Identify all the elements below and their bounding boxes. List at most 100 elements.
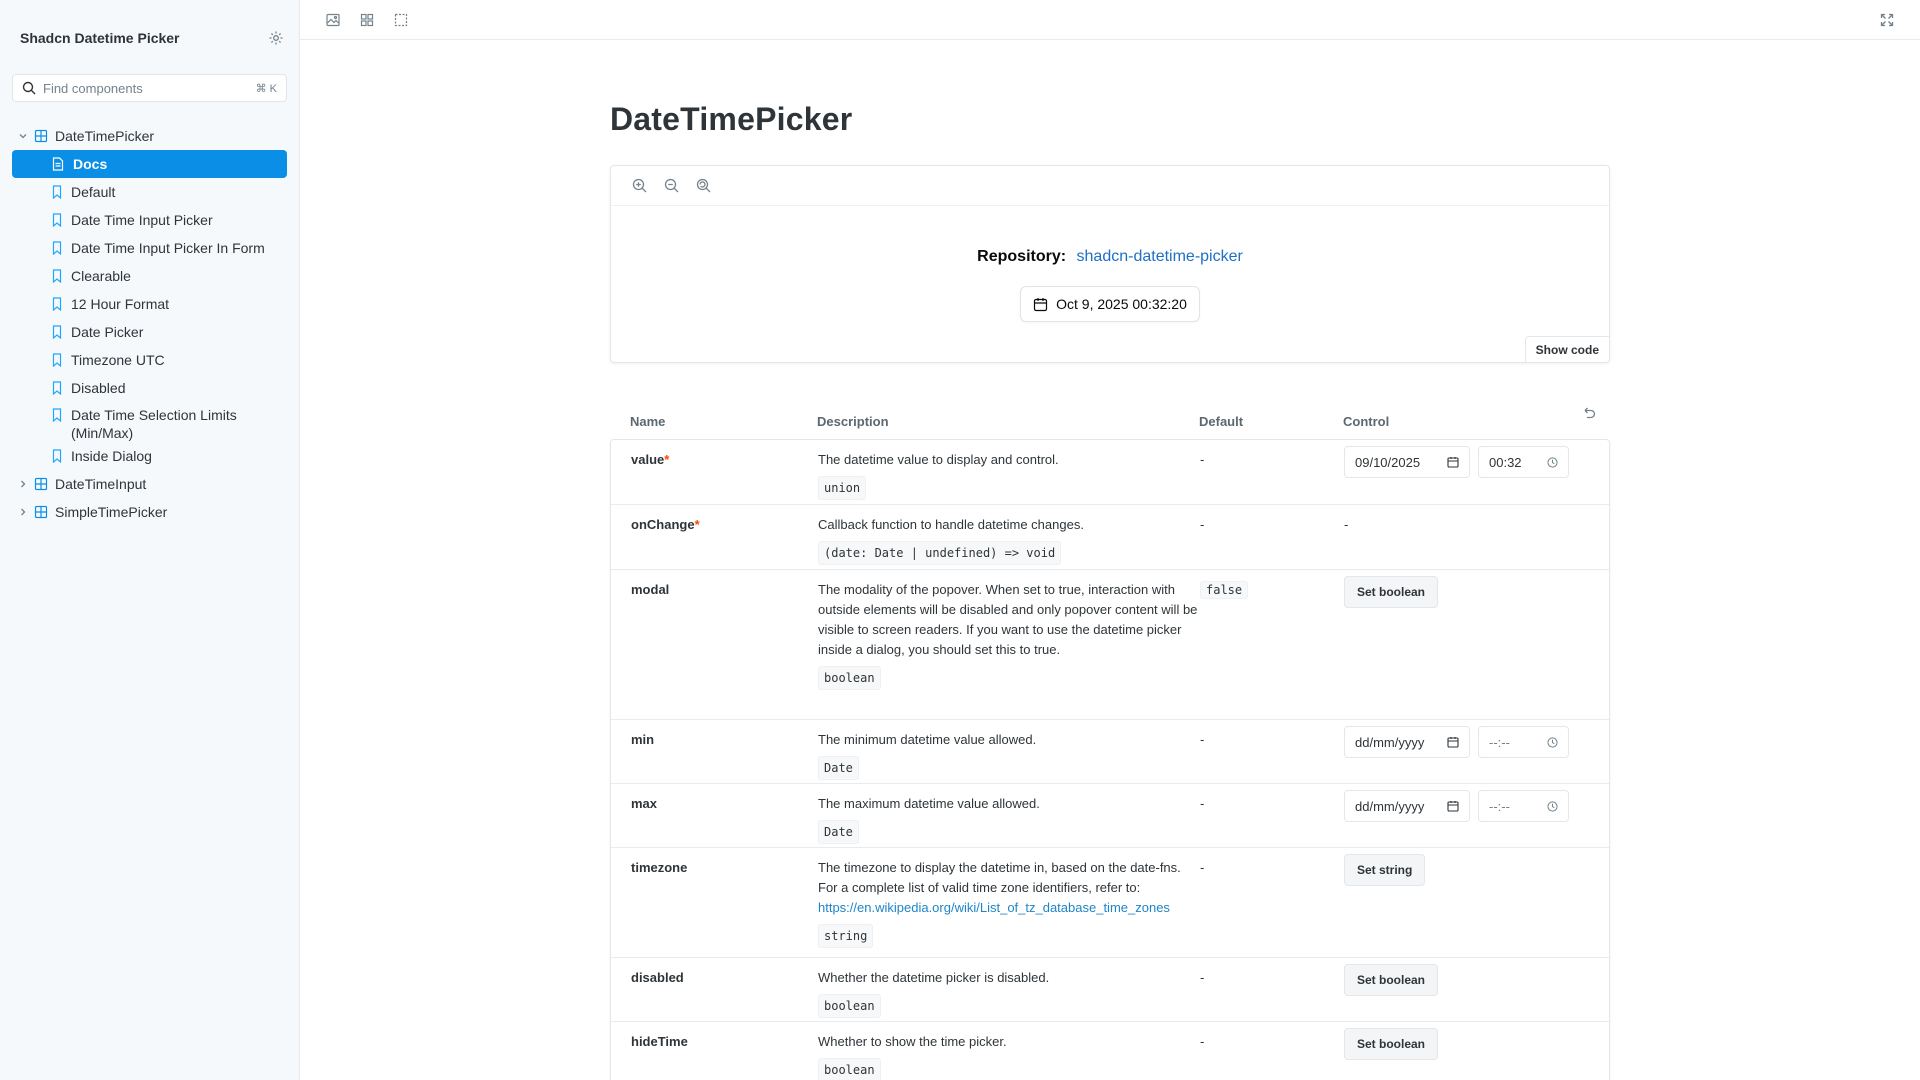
header-description: Description <box>817 413 889 429</box>
set-boolean-button[interactable]: Set boolean <box>1344 1028 1439 1060</box>
arg-type: boolean <box>818 994 881 1018</box>
arg-name: hideTime <box>631 1034 688 1049</box>
tree-group-datetimeinput[interactable]: DateTimeInput <box>12 470 287 498</box>
repository-line: Repository: shadcn-datetime-picker <box>611 248 1609 266</box>
tree-group-label: DateTimeInput <box>55 476 147 492</box>
tree-item-timezone-utc[interactable]: Timezone UTC <box>12 346 287 374</box>
preview-toolbar <box>611 166 1609 206</box>
clock-icon[interactable] <box>1547 736 1558 748</box>
header-control: Control <box>1343 413 1390 429</box>
arg-description: The modality of the popover. When set to… <box>818 582 1198 657</box>
arg-default: - <box>1200 796 1205 811</box>
bookmark-icon <box>52 297 62 311</box>
required-indicator: * <box>664 452 670 467</box>
set-boolean-button[interactable]: Set boolean <box>1344 964 1439 996</box>
component-icon <box>34 505 48 519</box>
tree-item-docs[interactable]: Docs <box>12 150 287 178</box>
arg-default: - <box>1200 1034 1205 1049</box>
arg-description: The datetime value to display and contro… <box>818 452 1059 467</box>
fullscreen-icon[interactable] <box>1870 0 1904 40</box>
arg-default: - <box>1200 732 1205 747</box>
timezone-docs-link[interactable]: https://en.wikipedia.org/wiki/List_of_tz… <box>818 898 1200 918</box>
tree-item-date-time-input-picker-in-form[interactable]: Date Time Input Picker In Form <box>12 234 287 262</box>
tree-item-clearable[interactable]: Clearable <box>12 262 287 290</box>
tree-item-date-time-selection-limits[interactable]: Date Time Selection Limits (Min/Max) <box>12 402 287 442</box>
search-placeholder: Find components <box>43 80 143 96</box>
tree-item-disabled[interactable]: Disabled <box>12 374 287 402</box>
reset-icon[interactable] <box>1582 406 1596 423</box>
grid-icon[interactable] <box>350 0 384 40</box>
table-row: hideTime Whether to show the time picker… <box>611 1021 1609 1080</box>
gear-icon[interactable] <box>267 29 285 47</box>
component-icon <box>34 129 48 143</box>
document-icon <box>52 157 64 171</box>
chevron-right-icon[interactable] <box>16 507 30 517</box>
search-icon <box>22 81 36 95</box>
tree-item-label: Default <box>71 184 116 200</box>
search-input[interactable]: Find components ⌘ K <box>12 74 287 102</box>
outline-icon[interactable] <box>384 0 418 40</box>
arg-name: timezone <box>631 860 688 875</box>
time-input[interactable]: --:-- <box>1478 726 1569 758</box>
arg-description: The timezone to display the datetime in,… <box>818 860 1181 895</box>
tree-item-date-picker[interactable]: Date Picker <box>12 318 287 346</box>
chevron-right-icon[interactable] <box>16 479 30 489</box>
date-input[interactable]: dd/mm/yyyy <box>1344 790 1470 822</box>
calendar-icon[interactable] <box>1447 800 1459 812</box>
header-name: Name <box>630 413 666 429</box>
zoom-in-icon[interactable] <box>623 166 655 206</box>
bookmark-icon <box>52 241 62 255</box>
set-string-button[interactable]: Set string <box>1344 854 1426 886</box>
tree-item-label: Disabled <box>71 380 126 396</box>
arg-default: - <box>1200 452 1205 467</box>
reset-zoom-icon[interactable] <box>687 166 719 206</box>
arg-type: string <box>818 924 874 948</box>
datetime-picker-button[interactable]: Oct 9, 2025 00:32:20 <box>1020 286 1200 322</box>
tree-item-label: Clearable <box>71 268 131 284</box>
tree-item-label: Inside Dialog <box>71 448 152 464</box>
arg-default: false <box>1200 581 1249 599</box>
chevron-down-icon[interactable] <box>16 131 30 141</box>
table-row: disabled Whether the datetime picker is … <box>611 957 1609 1021</box>
repository-label: Repository: <box>977 248 1067 265</box>
time-input[interactable]: 00:32 <box>1478 446 1569 478</box>
clock-icon[interactable] <box>1547 456 1558 468</box>
show-code-button[interactable]: Show code <box>1524 336 1609 362</box>
calendar-icon[interactable] <box>1447 736 1459 748</box>
arg-name: value <box>631 452 665 467</box>
story-preview: Repository: shadcn-datetime-picker Oct 9… <box>610 165 1610 363</box>
image-icon[interactable] <box>316 0 350 40</box>
bookmark-icon <box>52 269 62 283</box>
arg-type: boolean <box>818 666 881 690</box>
tree-item-default[interactable]: Default <box>12 178 287 206</box>
date-input[interactable]: 09/10/2025 <box>1344 446 1470 478</box>
tree-item-date-time-input-picker[interactable]: Date Time Input Picker <box>12 206 287 234</box>
repository-link[interactable]: shadcn-datetime-picker <box>1077 248 1243 265</box>
date-placeholder: dd/mm/yyyy <box>1355 734 1425 750</box>
tree-group-datetimepicker[interactable]: DateTimePicker <box>12 122 287 150</box>
clock-icon[interactable] <box>1547 800 1558 812</box>
arg-description: Whether to show the time picker. <box>818 1034 1007 1049</box>
bookmark-icon <box>52 381 62 395</box>
required-indicator: * <box>694 517 700 532</box>
sidebar-title: Shadcn Datetime Picker <box>20 30 180 46</box>
tree-item-label: Date Time Input Picker <box>71 212 213 228</box>
page-title: DateTimePicker <box>610 101 853 137</box>
bookmark-icon <box>52 185 62 199</box>
date-input[interactable]: dd/mm/yyyy <box>1344 726 1470 758</box>
zoom-out-icon[interactable] <box>655 166 687 206</box>
calendar-icon[interactable] <box>1447 456 1459 468</box>
args-table-body: value* The datetime value to display and… <box>610 439 1610 1080</box>
set-boolean-button[interactable]: Set boolean <box>1344 576 1439 608</box>
args-table-header: Name Description Default Control <box>610 403 1610 439</box>
arg-description: The maximum datetime value allowed. <box>818 796 1040 811</box>
tree-item-label: Date Picker <box>71 324 144 340</box>
bookmark-icon <box>52 449 62 463</box>
tree-item-inside-dialog[interactable]: Inside Dialog <box>12 442 287 470</box>
arg-name: disabled <box>631 970 684 985</box>
tree-item-label: Date Time Input Picker In Form <box>71 240 265 256</box>
header-default: Default <box>1199 413 1244 429</box>
tree-group-simpletimepicker[interactable]: SimpleTimePicker <box>12 498 287 526</box>
tree-item-12-hour-format[interactable]: 12 Hour Format <box>12 290 287 318</box>
time-input[interactable]: --:-- <box>1478 790 1569 822</box>
